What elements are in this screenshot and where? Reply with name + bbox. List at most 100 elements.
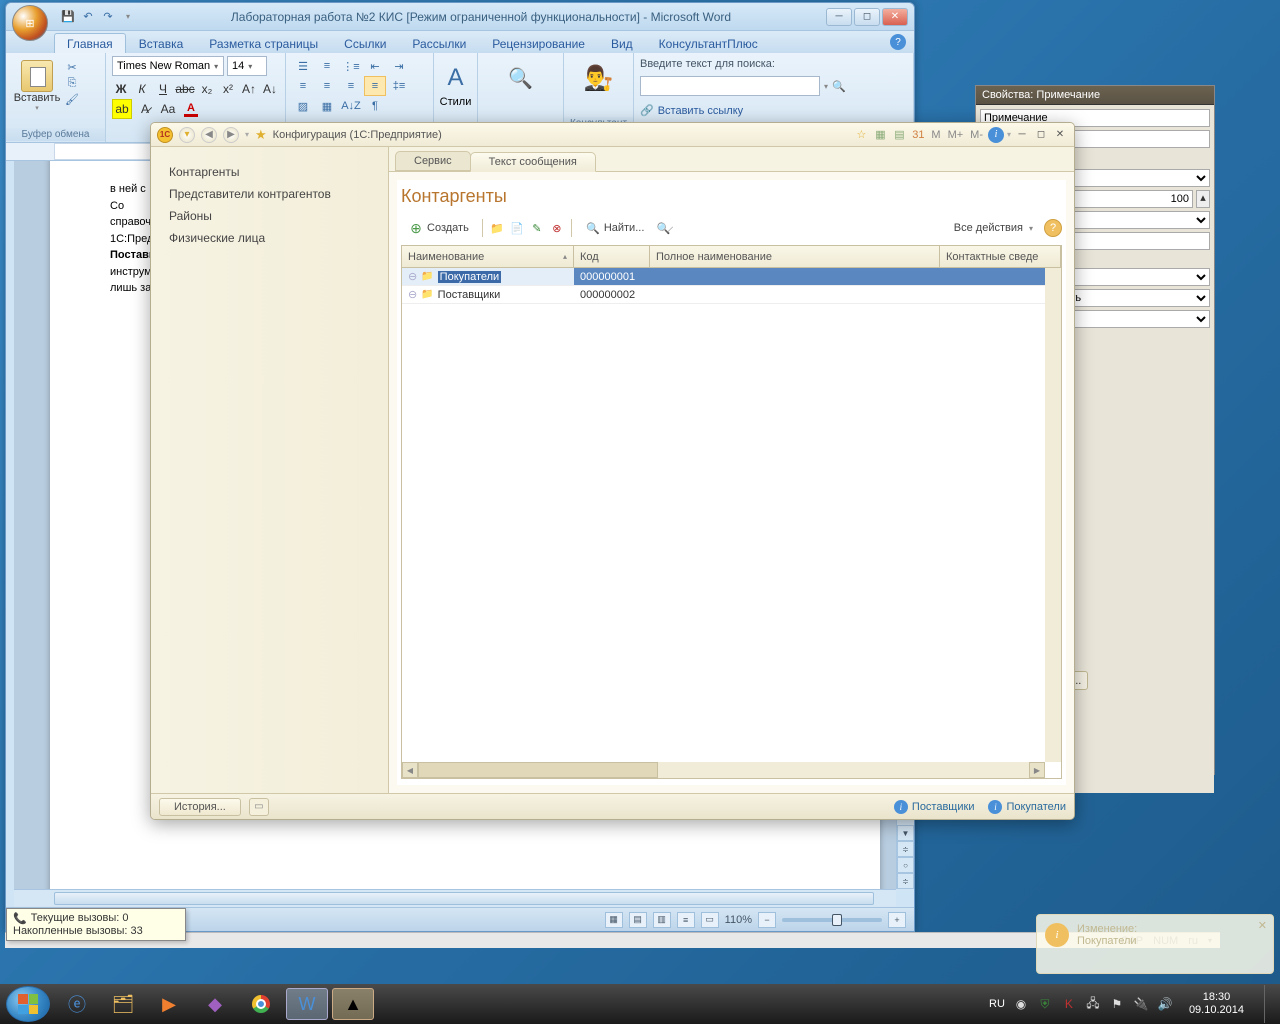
- spin-up[interactable]: ▴: [1196, 190, 1210, 208]
- status-link-buyers[interactable]: iПокупатели: [988, 800, 1066, 814]
- task-word-icon[interactable]: W: [286, 988, 328, 1020]
- tray-wifi-icon[interactable]: 🖧: [1085, 996, 1101, 1012]
- m-minus-button[interactable]: M-: [968, 129, 985, 141]
- all-actions-button[interactable]: Все действия▾: [947, 219, 1040, 237]
- table-row[interactable]: ⊖📁Покупатели 000000001: [402, 268, 1061, 286]
- tab-mail[interactable]: Рассылки: [399, 33, 479, 53]
- zoom-value[interactable]: 110%: [725, 914, 752, 926]
- show-desktop-button[interactable]: [1264, 985, 1274, 1023]
- app-minimize-button[interactable]: ─: [1014, 128, 1030, 142]
- notif-close-icon[interactable]: ✕: [1258, 919, 1267, 932]
- tab-links[interactable]: Ссылки: [331, 33, 399, 53]
- tab-layout[interactable]: Разметка страницы: [196, 33, 331, 53]
- grow-font-button[interactable]: A↑: [240, 79, 258, 99]
- horizontal-scrollbar[interactable]: [14, 889, 896, 907]
- underline-button[interactable]: Ч: [154, 79, 172, 99]
- subscript-button[interactable]: x₂: [198, 79, 216, 99]
- col-contact[interactable]: Контактные сведе: [940, 246, 1061, 267]
- task-explorer-icon[interactable]: 🗂: [102, 988, 144, 1020]
- align-center-button[interactable]: ≡: [316, 76, 338, 96]
- view-print-icon[interactable]: ▦: [605, 912, 623, 928]
- tray-net-icon[interactable]: ◉: [1013, 996, 1029, 1012]
- zoom-slider[interactable]: [782, 918, 882, 922]
- bullet-list-button[interactable]: ☰: [292, 56, 314, 76]
- indent-dec-button[interactable]: ⇤: [364, 56, 386, 76]
- close-button[interactable]: ✕: [882, 8, 908, 26]
- tray-volume-icon[interactable]: 🔊: [1157, 996, 1173, 1012]
- indent-inc-button[interactable]: ⇥: [388, 56, 410, 76]
- nav-fwd-icon[interactable]: ▶: [223, 127, 239, 143]
- grid-icon[interactable]: ▦: [872, 127, 888, 143]
- cut-icon[interactable]: ✂: [64, 60, 80, 74]
- hscroll-right-icon[interactable]: ▶: [1029, 762, 1045, 778]
- tray-power-icon[interactable]: 🔌: [1133, 996, 1149, 1012]
- new-folder-icon[interactable]: 📁: [489, 220, 505, 236]
- tab-home[interactable]: Главная: [54, 33, 126, 53]
- create-button[interactable]: ⊕Создать: [401, 217, 476, 239]
- app-maximize-button[interactable]: ◻: [1033, 128, 1049, 142]
- align-right-button[interactable]: ≡: [340, 76, 362, 96]
- shrink-font-button[interactable]: A↓: [261, 79, 279, 99]
- tray-flag-icon[interactable]: ⚑: [1109, 996, 1125, 1012]
- search-input[interactable]: [640, 76, 820, 96]
- view-web-icon[interactable]: ▥: [653, 912, 671, 928]
- task-chrome-icon[interactable]: [240, 988, 282, 1020]
- next-page-icon[interactable]: ≑: [897, 873, 914, 889]
- tab-consultant[interactable]: КонсультантПлюс: [646, 33, 771, 53]
- office-button[interactable]: ⊞: [12, 5, 48, 41]
- change-case-button[interactable]: Aa: [158, 99, 178, 119]
- info-icon[interactable]: i: [988, 127, 1004, 143]
- superscript-button[interactable]: x²: [219, 79, 237, 99]
- hscroll-thumb[interactable]: [54, 892, 874, 905]
- favorite-icon[interactable]: ★: [255, 127, 267, 143]
- format-painter-icon[interactable]: 🖌: [64, 92, 80, 106]
- bold-button[interactable]: Ж: [112, 79, 130, 99]
- justify-button[interactable]: ≡: [364, 76, 386, 96]
- maximize-button[interactable]: ◻: [854, 8, 880, 26]
- tab-review[interactable]: Рецензирование: [479, 33, 598, 53]
- edit-icon[interactable]: ✎: [529, 220, 545, 236]
- m-button[interactable]: M: [929, 129, 942, 141]
- copy-icon[interactable]: ⎘: [64, 76, 80, 90]
- hscroll-thumb[interactable]: [418, 762, 658, 778]
- view-outline-icon[interactable]: ≡: [677, 912, 695, 928]
- prev-page-icon[interactable]: ≑: [897, 841, 914, 857]
- tray-lang[interactable]: RU: [989, 998, 1005, 1010]
- tab-insert[interactable]: Вставка: [126, 33, 197, 53]
- nav-back-icon[interactable]: ◀: [201, 127, 217, 143]
- zoom-in-button[interactable]: +: [888, 912, 906, 928]
- table-row[interactable]: ⊖📁Поставщики 000000002: [402, 286, 1061, 304]
- panel-toggle-icon[interactable]: ▭: [249, 798, 269, 816]
- calendar-icon[interactable]: 31: [910, 127, 926, 143]
- multilevel-button[interactable]: ⋮≡: [340, 56, 362, 76]
- notification-toast[interactable]: i Изменение: Покупатели ✕: [1036, 914, 1274, 974]
- font-name-combo[interactable]: Times New Roman▾: [112, 56, 224, 76]
- help-icon[interactable]: ?: [890, 34, 906, 50]
- sidebar-item-contragents[interactable]: Контаргенты: [151, 161, 388, 183]
- col-code[interactable]: Код: [574, 246, 650, 267]
- zoom-out-button[interactable]: −: [758, 912, 776, 928]
- status-link-suppliers[interactable]: iПоставщики: [894, 800, 975, 814]
- hscroll-left-icon[interactable]: ◀: [402, 762, 418, 778]
- col-name[interactable]: Наименование▴: [402, 246, 574, 267]
- align-left-button[interactable]: ≡: [292, 76, 314, 96]
- task-app-icon[interactable]: ◆: [194, 988, 236, 1020]
- borders-button[interactable]: ▦: [316, 96, 338, 116]
- view-draft-icon[interactable]: ▭: [701, 912, 719, 928]
- grid-vscroll[interactable]: [1045, 268, 1061, 762]
- calc-icon[interactable]: ▤: [891, 127, 907, 143]
- scroll-down-icon[interactable]: ▼: [897, 825, 914, 841]
- highlight-button[interactable]: ab: [112, 99, 132, 119]
- clock[interactable]: 18:3009.10.2014: [1181, 991, 1252, 1017]
- tray-av-icon[interactable]: ⛨: [1037, 996, 1053, 1012]
- redo-icon[interactable]: ↷: [100, 9, 116, 25]
- strike-button[interactable]: abc: [175, 79, 195, 99]
- col-fullname[interactable]: Полное наименование: [650, 246, 940, 267]
- tab-message[interactable]: Текст сообщения: [470, 152, 596, 172]
- shading-button[interactable]: ▨: [292, 96, 314, 116]
- nav-dropdown-icon[interactable]: ▾: [179, 127, 195, 143]
- find-button[interactable]: 🔍Найти...: [578, 217, 652, 239]
- editing-button[interactable]: 🔍: [484, 56, 557, 100]
- tab-view[interactable]: Вид: [598, 33, 646, 53]
- view-read-icon[interactable]: ▤: [629, 912, 647, 928]
